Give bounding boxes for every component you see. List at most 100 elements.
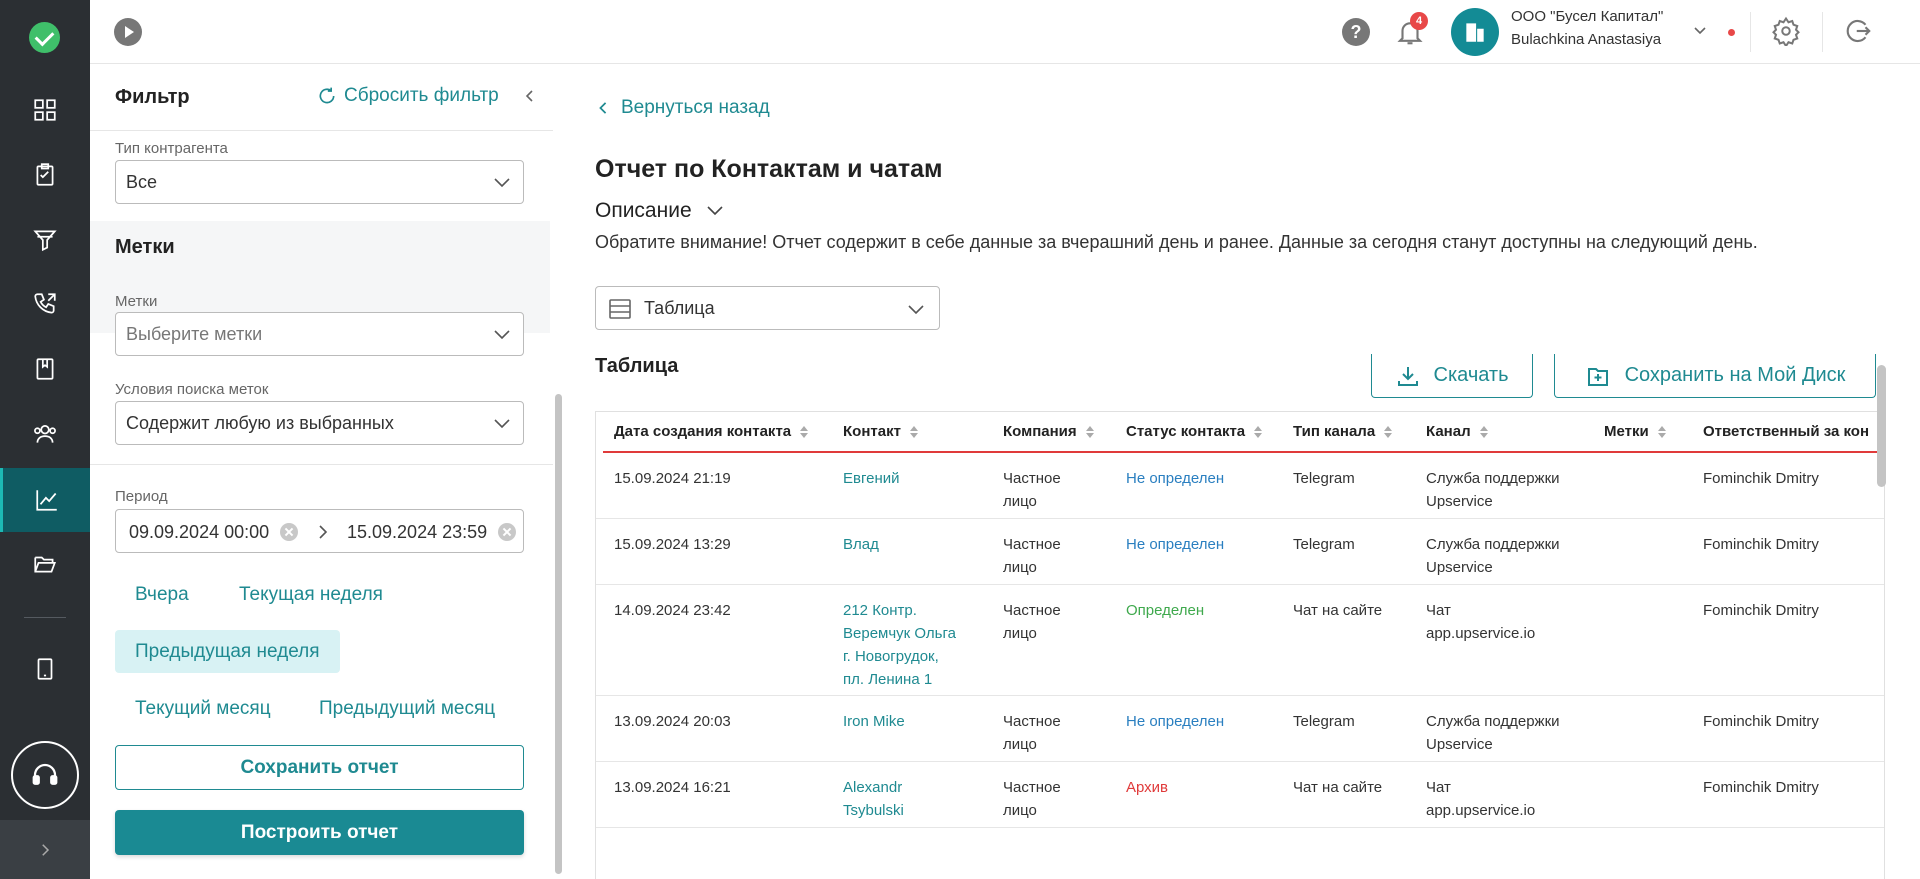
expand-rail-button[interactable] — [0, 820, 90, 879]
table-row[interactable]: 14.09.2024 23:42 212 Контр. Веремчук Ольг… — [596, 585, 1884, 696]
column-header-created[interactable]: Дата создания контакта — [614, 423, 809, 440]
folder-icon[interactable] — [0, 532, 90, 596]
phone-icon[interactable] — [0, 272, 90, 336]
period-current-month[interactable]: Текущий месяц — [135, 698, 271, 720]
table-row[interactable]: 13.09.2024 20:03 Iron Mike Частное лицо Н… — [596, 696, 1884, 762]
cell-contact[interactable]: 212 Контр. Веремчук Ольга г. Новогрудок, пл… — [843, 599, 956, 691]
refresh-icon — [319, 87, 335, 104]
cell-contact[interactable]: Евгений — [843, 467, 900, 490]
description-toggle-label: Описание — [595, 199, 692, 222]
filter-panel: Фильтр Сбросить фильтр Тип контрагента В… — [90, 64, 564, 879]
sort-icon — [1384, 425, 1393, 438]
save-report-button[interactable]: Сохранить отчет — [115, 745, 524, 790]
tags-label: Метки — [115, 293, 158, 310]
cell-channel: Служба поддержки Upservice — [1426, 470, 1560, 510]
cell-channel-type: Telegram — [1293, 536, 1355, 553]
table-heading: Таблица — [595, 355, 679, 377]
filter-scrollbar-thumb[interactable] — [555, 394, 562, 874]
clear-from-icon[interactable] — [280, 523, 298, 541]
cell-status: Не определен — [1126, 536, 1225, 553]
back-label: Вернуться назад — [621, 97, 770, 118]
left-rail — [0, 0, 90, 879]
tags-select[interactable]: Выберите метки — [115, 312, 524, 356]
cell-status: Определен — [1126, 602, 1205, 619]
table-row[interactable]: 15.09.2024 21:19 Евгений Частное лицо Не … — [596, 453, 1884, 519]
funnel-icon[interactable] — [0, 208, 90, 272]
cell-channel: Чат app.upservice.io — [1426, 779, 1536, 819]
clipboard-icon[interactable] — [0, 143, 90, 207]
dashboard-icon[interactable] — [0, 78, 90, 142]
sort-icon — [1657, 425, 1666, 438]
reset-filter-button[interactable]: Сбросить фильтр — [317, 85, 499, 107]
disk-add-icon — [1587, 367, 1608, 386]
period-previous-week[interactable]: Предыдущая неделя — [115, 630, 340, 673]
download-button[interactable]: Скачать — [1371, 354, 1533, 398]
company-avatar[interactable] — [1451, 8, 1499, 56]
sort-icon — [909, 425, 918, 438]
headset-icon[interactable] — [11, 741, 79, 809]
description-text: Обратите внимание! Отчет содержит в себе… — [595, 232, 1758, 252]
mobile-icon[interactable] — [0, 637, 90, 701]
table-header: Дата создания контакта Контакт Компания … — [596, 412, 1884, 452]
period-yesterday[interactable]: Вчера — [135, 584, 189, 606]
user-name[interactable]: Bulachkina Anastasiya — [1511, 31, 1661, 48]
filter-title: Фильтр — [115, 86, 190, 108]
column-header-responsible[interactable]: Ответственный за кон — [1703, 423, 1869, 440]
back-link[interactable]: Вернуться назад — [597, 97, 770, 119]
column-header-tags[interactable]: Метки — [1604, 423, 1667, 440]
sort-icon — [1254, 425, 1263, 438]
cell-contact[interactable]: Alexandr Tsybulski — [843, 776, 904, 822]
column-header-contact[interactable]: Контакт — [843, 423, 919, 440]
period-to[interactable]: 15.09.2024 23:59 — [347, 522, 487, 543]
period-range-picker[interactable]: 09.09.2024 00:00 15.09.2024 23:59 — [115, 509, 524, 553]
tag-search-select[interactable]: Содержит любую из выбранных — [115, 401, 524, 445]
cell-created: 15.09.2024 21:19 — [614, 470, 731, 487]
cell-responsible: Fominchik Dmitry — [1703, 602, 1819, 619]
period-label: Период — [115, 488, 168, 505]
chevron-down-icon[interactable] — [1692, 22, 1708, 38]
chevron-down-icon — [707, 206, 723, 216]
save-to-disk-button[interactable]: Сохранить на Мой Диск — [1554, 354, 1876, 398]
period-from[interactable]: 09.09.2024 00:00 — [129, 522, 269, 543]
build-report-button[interactable]: Построить отчет — [115, 810, 524, 855]
play-icon[interactable] — [114, 18, 142, 46]
description-toggle[interactable]: Описание — [595, 199, 724, 223]
view-mode-select[interactable]: Таблица — [595, 286, 940, 330]
cell-company: Частное лицо — [1003, 713, 1061, 753]
gear-icon[interactable] — [1771, 16, 1801, 46]
divider — [90, 130, 564, 131]
clear-to-icon[interactable] — [498, 523, 516, 541]
cell-company: Частное лицо — [1003, 536, 1061, 576]
app-logo-icon[interactable] — [29, 22, 60, 53]
cell-contact[interactable]: Влад — [843, 533, 879, 556]
cell-status: Архив — [1126, 779, 1169, 796]
period-previous-month[interactable]: Предыдущий месяц — [319, 698, 495, 720]
cell-status: Не определен — [1126, 713, 1225, 730]
analytics-icon[interactable] — [0, 468, 90, 532]
users-icon[interactable] — [0, 402, 90, 466]
column-header-channel[interactable]: Канал — [1426, 423, 1489, 440]
table-row[interactable]: 15.09.2024 13:29 Влад Частное лицо Не опр… — [596, 519, 1884, 585]
chevron-down-icon — [908, 305, 924, 315]
cell-channel: Служба поддержки Upservice — [1426, 536, 1560, 576]
collapse-panel-icon[interactable] — [522, 88, 538, 104]
cell-contact[interactable]: Iron Mike — [843, 710, 905, 733]
column-header-company[interactable]: Компания — [1003, 423, 1095, 440]
help-icon[interactable]: ? — [1342, 18, 1370, 46]
cell-created: 15.09.2024 13:29 — [614, 536, 731, 553]
column-header-status[interactable]: Статус контакта — [1126, 423, 1263, 440]
chevron-left-icon — [599, 102, 607, 114]
download-label: Скачать — [1433, 364, 1509, 386]
company-name[interactable]: ООО "Бусел Капитал" — [1511, 8, 1663, 25]
main-content: Вернуться назад Отчет по Контактам и чат… — [565, 64, 1920, 879]
column-header-channel-type[interactable]: Тип канала — [1293, 423, 1393, 440]
tags-section-title: Метки — [115, 236, 175, 258]
table-row[interactable]: 13.09.2024 16:21 Alexandr Tsybulski Частн… — [596, 762, 1884, 828]
book-icon[interactable] — [0, 337, 90, 401]
chevron-down-icon — [494, 419, 510, 429]
contractor-type-select[interactable]: Все — [115, 160, 524, 204]
period-current-week[interactable]: Текущая неделя — [239, 584, 383, 606]
logout-icon[interactable] — [1843, 16, 1873, 46]
table-scrollbar-thumb[interactable] — [1877, 365, 1886, 487]
chevron-right-icon — [42, 843, 50, 856]
